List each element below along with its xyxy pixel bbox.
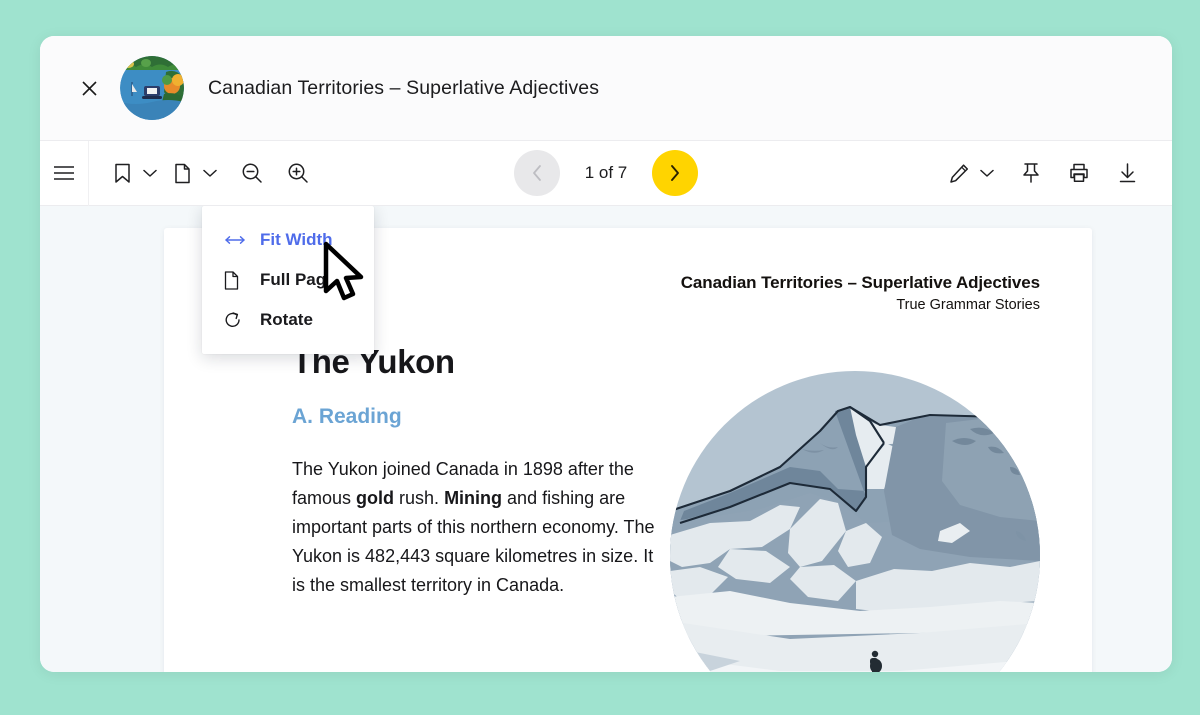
paragraph-bold-1: gold bbox=[356, 488, 395, 508]
document-viewer[interactable]: Canadian Territories – Superlative Adjec… bbox=[40, 206, 1172, 672]
download-button[interactable] bbox=[1110, 151, 1144, 195]
chevron-left-icon bbox=[533, 165, 541, 181]
page-view-dropdown-menu[interactable]: Fit Width Full Page Rotate bbox=[202, 206, 374, 354]
bookmark-icon bbox=[114, 163, 130, 183]
document-header-subtitle: True Grammar Stories bbox=[896, 297, 1040, 313]
toolbar: 1 of 7 bbox=[40, 140, 1172, 206]
document-running-header: Canadian Territories – Superlative Adjec… bbox=[681, 273, 1040, 313]
document-icon bbox=[174, 163, 190, 183]
menu-item-fit-width[interactable]: Fit Width bbox=[202, 220, 374, 260]
chevron-down-icon bbox=[143, 169, 157, 177]
menu-item-full-page-label: Full Page bbox=[260, 270, 336, 289]
annotate-chevron[interactable] bbox=[974, 169, 1000, 178]
hamburger-menu-icon bbox=[54, 166, 74, 180]
page-indicator: 1 of 7 bbox=[584, 163, 628, 182]
close-icon bbox=[81, 80, 97, 96]
print-button[interactable] bbox=[1062, 151, 1096, 195]
download-icon bbox=[1119, 163, 1135, 183]
bookmark-chevron[interactable] bbox=[137, 169, 163, 178]
pdf-viewer-window: Canadian Territories – Superlative Adjec… bbox=[40, 36, 1172, 672]
page-title: Canadian Territories – Superlative Adjec… bbox=[208, 76, 600, 99]
yukon-mountain-illustration bbox=[670, 371, 1040, 672]
pushpin-icon bbox=[1023, 163, 1039, 183]
paragraph-part-2: rush. bbox=[394, 488, 445, 508]
menu-item-full-page[interactable]: Full Page bbox=[202, 260, 374, 300]
zoom-out-icon bbox=[242, 163, 262, 183]
chevron-down-icon bbox=[203, 169, 217, 177]
paragraph-bold-2: Mining bbox=[444, 488, 503, 508]
zoom-out-button[interactable] bbox=[235, 151, 269, 195]
document-paragraph: The Yukon joined Canada in 1898 after th… bbox=[292, 455, 662, 600]
document-icon bbox=[224, 270, 254, 290]
menu-item-rotate-label: Rotate bbox=[260, 310, 313, 329]
annotate-button[interactable] bbox=[942, 151, 976, 195]
mountain-landscape-icon bbox=[670, 371, 1040, 672]
arrows-horizontal-icon bbox=[224, 234, 254, 246]
annotate-menu-button[interactable] bbox=[942, 151, 1000, 195]
rotate-clockwise-icon bbox=[224, 311, 254, 329]
document-header-title: Canadian Territories – Superlative Adjec… bbox=[680, 273, 1040, 292]
menu-item-rotate[interactable]: Rotate bbox=[202, 300, 374, 340]
bookmark-menu-button[interactable] bbox=[105, 151, 163, 195]
page-view-menu-button[interactable] bbox=[165, 151, 223, 195]
page-view-button[interactable] bbox=[165, 151, 199, 195]
close-button[interactable] bbox=[74, 73, 104, 103]
lake-landscape-thumbnail-icon bbox=[120, 56, 184, 120]
bookmark-button[interactable] bbox=[105, 151, 139, 195]
zoom-in-button[interactable] bbox=[281, 151, 315, 195]
sidebar-toggle-button[interactable] bbox=[40, 141, 88, 206]
previous-page-button[interactable] bbox=[514, 150, 560, 196]
pin-button[interactable] bbox=[1014, 151, 1048, 195]
chevron-right-icon bbox=[671, 165, 679, 181]
toolbar-right-group bbox=[942, 151, 1172, 195]
chevron-down-icon bbox=[980, 169, 994, 177]
next-page-button[interactable] bbox=[652, 150, 698, 196]
document-body: The Yukon A. Reading The Yukon joined Ca… bbox=[292, 343, 662, 600]
page-view-chevron[interactable] bbox=[197, 169, 223, 178]
toolbar-left-group bbox=[89, 151, 315, 195]
document-section-heading: A. Reading bbox=[292, 405, 402, 428]
zoom-in-icon bbox=[288, 163, 308, 183]
menu-item-fit-width-label: Fit Width bbox=[260, 230, 333, 249]
pencil-icon bbox=[949, 163, 968, 183]
document-thumbnail[interactable] bbox=[120, 56, 184, 120]
window-header: Canadian Territories – Superlative Adjec… bbox=[40, 36, 1172, 141]
printer-icon bbox=[1070, 163, 1088, 183]
